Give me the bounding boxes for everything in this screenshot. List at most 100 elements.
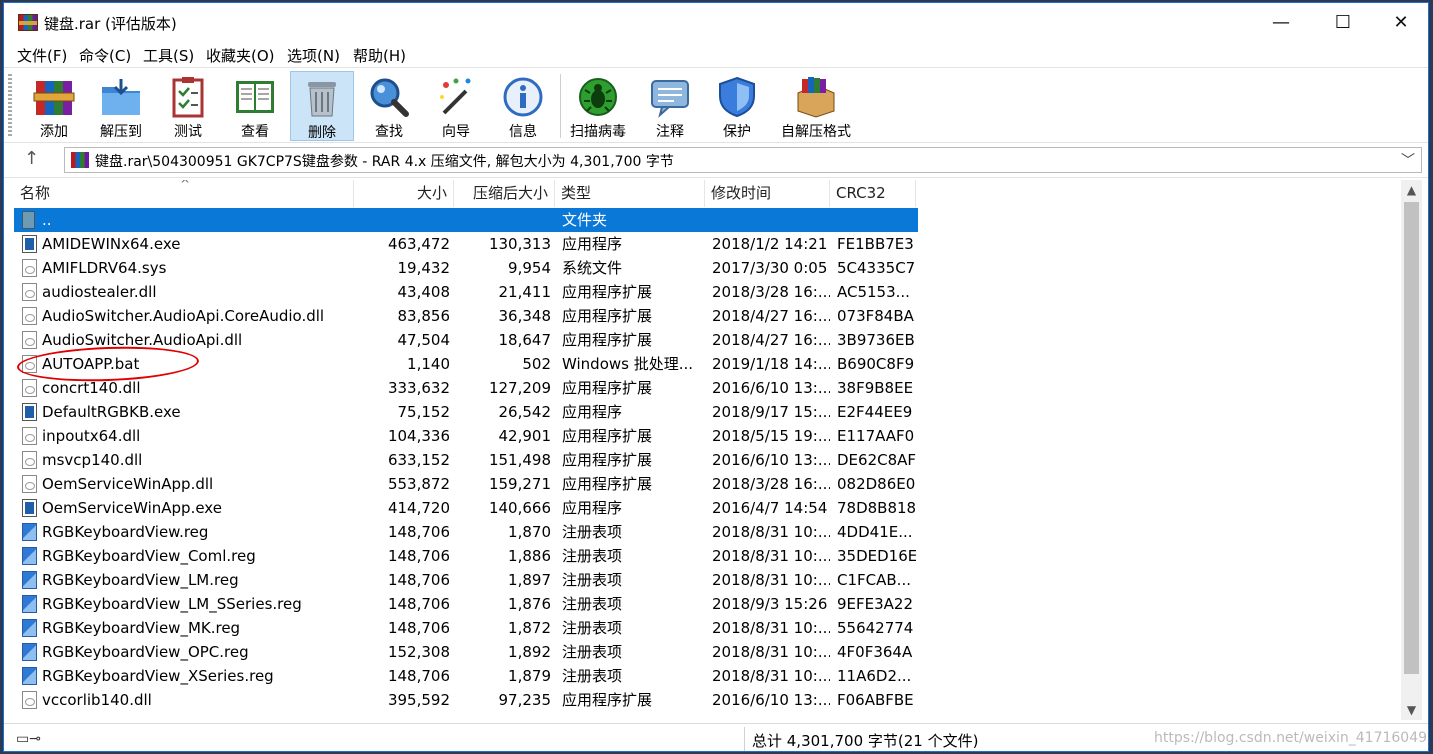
menu-options[interactable]: 选项(N)	[287, 45, 340, 66]
file-icon	[22, 691, 37, 709]
cell-crc: C1FCAB...	[837, 571, 911, 589]
table-row[interactable]: AUTOAPP.bat 1,140 502 Windows 批处理... 2019/1/…	[14, 352, 918, 376]
file-icon	[22, 307, 37, 325]
toolbar-grip[interactable]	[8, 74, 12, 136]
virus-scan-icon	[576, 75, 620, 119]
scroll-down-icon[interactable]: ▼	[1401, 700, 1422, 720]
cell-size: 43,408	[397, 283, 451, 301]
table-row[interactable]: RGBKeyboardView_Coml.reg 148,706 1,886 注册表项…	[14, 544, 918, 568]
cell-name: audiostealer.dll	[42, 283, 157, 301]
cell-type: 系统文件	[562, 259, 623, 277]
toolbar-separator	[560, 74, 561, 138]
wizard-button[interactable]: 向导	[424, 71, 488, 141]
table-row[interactable]: AMIFLDRV64.sys 19,432 9,954 系统文件 2017/3/30 0…	[14, 256, 918, 280]
find-button[interactable]: 查找	[357, 71, 421, 141]
cell-type: Windows 批处理...	[562, 355, 694, 373]
cell-name: DefaultRGBKB.exe	[42, 403, 181, 421]
view-button[interactable]: 查看	[223, 71, 287, 141]
scan-virus-button[interactable]: 扫描病毒	[566, 71, 630, 141]
table-row[interactable]: DefaultRGBKB.exe 75,152 26,542 应用程序 2018/9/1…	[14, 400, 918, 424]
file-rows: .. 文件夹 AMIDEWINx64.exe 463,472 130,313 应用程序 20…	[14, 208, 918, 712]
extract-to-label: 解压到	[100, 124, 142, 140]
table-row[interactable]: AMIDEWINx64.exe 463,472 130,313 应用程序 2018/1/…	[14, 232, 918, 256]
cell-packed: 502	[522, 355, 551, 373]
table-row[interactable]: audiostealer.dll 43,408 21,411 应用程序扩展 2018/3…	[14, 280, 918, 304]
table-row[interactable]: concrt140.dll 333,632 127,209 应用程序扩展 2016/6/…	[14, 376, 918, 400]
exe-file-icon	[22, 235, 37, 253]
table-row[interactable]: AudioSwitcher.AudioApi.dll 47,504 18,647 应用…	[14, 328, 918, 352]
column-type[interactable]: 类型	[555, 180, 705, 207]
cell-crc: DE62C8AF	[837, 451, 916, 469]
parent-folder-row[interactable]: .. 文件夹	[14, 208, 918, 232]
vertical-scrollbar[interactable]: ▲ ▼	[1401, 180, 1422, 720]
column-name[interactable]: 名称 ^	[14, 180, 354, 207]
close-button[interactable]: ✕	[1372, 3, 1428, 41]
table-row[interactable]: vccorlib140.dll 395,592 97,235 应用程序扩展 2016/6…	[14, 688, 918, 712]
table-row[interactable]: RGBKeyboardView_LM_SSeries.reg 148,706 1,8…	[14, 592, 918, 616]
window-title: 键盘.rar (评估版本)	[44, 15, 177, 33]
minimize-button[interactable]: —	[1252, 3, 1310, 41]
cell-name: inpoutx64.dll	[42, 427, 141, 445]
cell-crc: AC5153...	[837, 283, 910, 301]
cell-type: 注册表项	[562, 595, 623, 613]
cell-mtime: 2018/8/31 10:...	[712, 571, 830, 589]
scroll-thumb[interactable]	[1404, 202, 1419, 674]
cell-type: 文件夹	[562, 211, 608, 229]
chevron-down-icon[interactable]: ﹀	[1401, 150, 1415, 170]
maximize-button[interactable]: ☐	[1314, 3, 1372, 41]
path-combobox[interactable]: 键盘.rar\504300951 GK7CP7S键盘参数 - RAR 4.x 压…	[64, 147, 1422, 173]
menu-help[interactable]: 帮助(H)	[353, 45, 406, 66]
cell-packed: 26,542	[498, 403, 552, 421]
menu-tools[interactable]: 工具(S)	[143, 45, 194, 66]
protect-button[interactable]: 保护	[705, 71, 769, 141]
cell-crc: 3B9736EB	[837, 331, 915, 349]
cell-size	[356, 208, 450, 232]
cell-size: 553,872	[387, 475, 450, 493]
table-row[interactable]: RGBKeyboardView_LM.reg 148,706 1,897 注册表项 20…	[14, 568, 918, 592]
cell-crc: 35DED16E	[837, 547, 916, 565]
cell-mtime: 2018/1/2 14:21	[712, 235, 828, 253]
add-button[interactable]: 添加	[22, 71, 86, 141]
cell-mtime: 2018/8/31 10:...	[712, 643, 830, 661]
column-size[interactable]: 大小	[354, 180, 454, 207]
comment-button[interactable]: 注释	[638, 71, 702, 141]
cell-mtime: 2018/9/17 15:...	[712, 403, 830, 421]
file-icon	[22, 331, 37, 349]
reg-file-icon	[22, 523, 37, 541]
add-archive-icon	[32, 75, 76, 119]
table-row[interactable]: AudioSwitcher.AudioApi.CoreAudio.dll 83,8…	[14, 304, 918, 328]
up-arrow-icon[interactable]: ↑	[24, 148, 39, 169]
column-modified[interactable]: 修改时间	[705, 180, 830, 207]
delete-button[interactable]: 删除	[290, 71, 354, 141]
cell-size: 152,308	[387, 643, 450, 661]
cell-packed: 21,411	[498, 283, 552, 301]
test-button[interactable]: 测试	[156, 71, 220, 141]
cell-packed: 97,235	[498, 691, 552, 709]
table-row[interactable]: RGBKeyboardView_MK.reg 148,706 1,872 注册表项 20…	[14, 616, 918, 640]
table-row[interactable]: OemServiceWinApp.dll 553,872 159,271 应用程序扩展…	[14, 472, 918, 496]
table-row[interactable]: RGBKeyboardView.reg 148,706 1,870 注册表项 2018/…	[14, 520, 918, 544]
menu-favorites[interactable]: 收藏夹(O)	[206, 45, 275, 66]
table-row[interactable]: RGBKeyboardView_OPC.reg 152,308 1,892 注册表项 2…	[14, 640, 918, 664]
table-row[interactable]: msvcp140.dll 633,152 151,498 应用程序扩展 2016/6/1…	[14, 448, 918, 472]
scroll-up-icon[interactable]: ▲	[1401, 180, 1422, 200]
table-row[interactable]: RGBKeyboardView_XSeries.reg 148,706 1,879 注…	[14, 664, 918, 688]
cell-crc: 073F84BA	[837, 307, 914, 325]
cell-name: RGBKeyboardView_Coml.reg	[42, 547, 256, 565]
extract-to-button[interactable]: 解压到	[89, 71, 153, 141]
sfx-button[interactable]: 自解压格式	[772, 71, 860, 141]
menu-file[interactable]: 文件(F)	[17, 45, 67, 66]
cell-mtime: 2018/8/31 10:...	[712, 523, 830, 541]
cell-crc: 11A6D2...	[837, 667, 912, 685]
find-label: 查找	[375, 124, 403, 140]
menu-command[interactable]: 命令(C)	[79, 45, 131, 66]
table-row[interactable]: inpoutx64.dll 104,336 42,901 应用程序扩展 2018/5/1…	[14, 424, 918, 448]
column-crc32[interactable]: CRC32	[830, 180, 916, 207]
column-packed[interactable]: 压缩后大小	[454, 180, 555, 207]
status-summary: 总计 4,301,700 字节(21 个文件)	[752, 732, 979, 750]
table-row[interactable]: OemServiceWinApp.exe 414,720 140,666 应用程序 20…	[14, 496, 918, 520]
cell-size: 148,706	[387, 523, 450, 541]
info-button[interactable]: 信息	[491, 71, 555, 141]
address-bar: ↑ 键盘.rar\504300951 GK7CP7S键盘参数 - RAR 4.x…	[4, 144, 1428, 178]
cell-size: 395,592	[387, 691, 450, 709]
